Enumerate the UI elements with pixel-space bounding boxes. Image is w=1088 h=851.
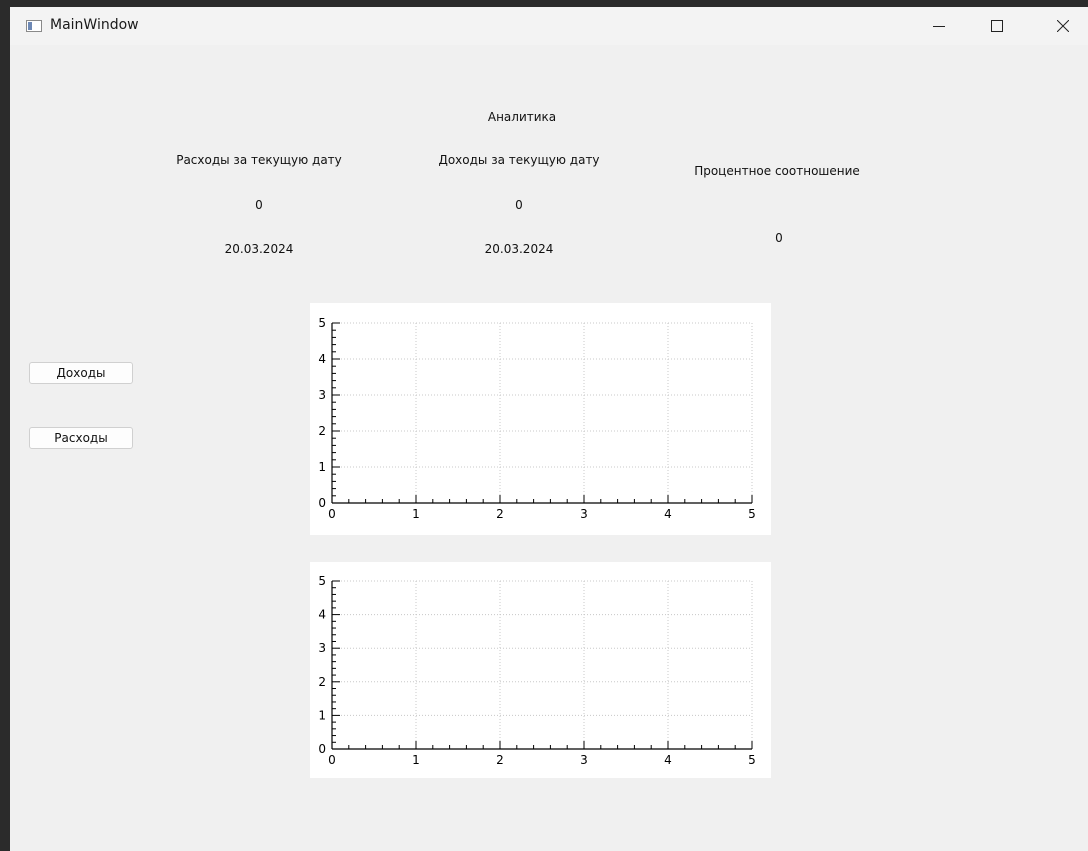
income-label: Доходы за текущую дату [438,153,600,167]
x-tick-label: 1 [412,753,420,767]
y-tick-label: 0 [318,496,326,510]
expenses-date: 20.03.2024 [224,242,294,256]
y-tick-label: 2 [318,424,326,438]
x-tick-label: 3 [580,507,588,521]
income-value: 0 [515,198,523,212]
expenses-plot-canvas: 0 1 2 3 4 5 0 1 2 3 4 5 [318,574,756,767]
y-tick-label: 5 [318,574,326,588]
y-tick-label: 3 [318,641,326,655]
x-tick-label: 2 [496,507,504,521]
y-tick-label: 1 [318,708,326,722]
x-tick-label: 0 [328,507,336,521]
expenses-plot[interactable]: 0 1 2 3 4 5 0 1 2 3 4 5 [310,562,771,778]
close-icon [1057,20,1069,32]
income-plot-canvas: 0 1 2 3 4 5 0 1 2 3 4 5 [318,316,756,521]
close-button[interactable] [1040,7,1086,45]
x-tick-label: 0 [328,753,336,767]
y-tick-label: 5 [318,316,326,330]
income-date: 20.03.2024 [484,242,554,256]
y-tick-label: 4 [318,352,326,366]
y-tick-label: 2 [318,675,326,689]
y-tick-label: 1 [318,460,326,474]
minimize-icon [933,26,945,27]
x-tick-label: 4 [664,507,672,521]
maximize-button[interactable] [974,7,1020,45]
analytics-heading: Аналитика [487,110,557,124]
x-tick-label: 5 [748,753,756,767]
y-tick-label: 4 [318,608,326,622]
minimize-button[interactable] [916,7,962,45]
expenses-button[interactable]: Расходы [29,427,133,449]
y-tick-label: 0 [318,742,326,756]
y-tick-label: 3 [318,388,326,402]
x-tick-label: 5 [748,507,756,521]
x-tick-label: 4 [664,753,672,767]
x-tick-label: 1 [412,507,420,521]
app-icon [26,20,42,32]
x-tick-label: 2 [496,753,504,767]
ratio-value: 0 [775,231,783,245]
main-window: MainWindow Аналитика Расходы за текущую … [10,7,1088,851]
expenses-label: Расходы за текущую дату [176,153,342,167]
x-tick-label: 3 [580,753,588,767]
income-plot[interactable]: 0 1 2 3 4 5 0 1 2 3 4 5 [310,303,771,535]
income-button[interactable]: Доходы [29,362,133,384]
title-bar[interactable]: MainWindow [10,7,1088,45]
expenses-value: 0 [255,198,263,212]
window-title: MainWindow [50,17,139,33]
ratio-label: Процентное соотношение [694,164,860,178]
maximize-icon [991,20,1003,32]
